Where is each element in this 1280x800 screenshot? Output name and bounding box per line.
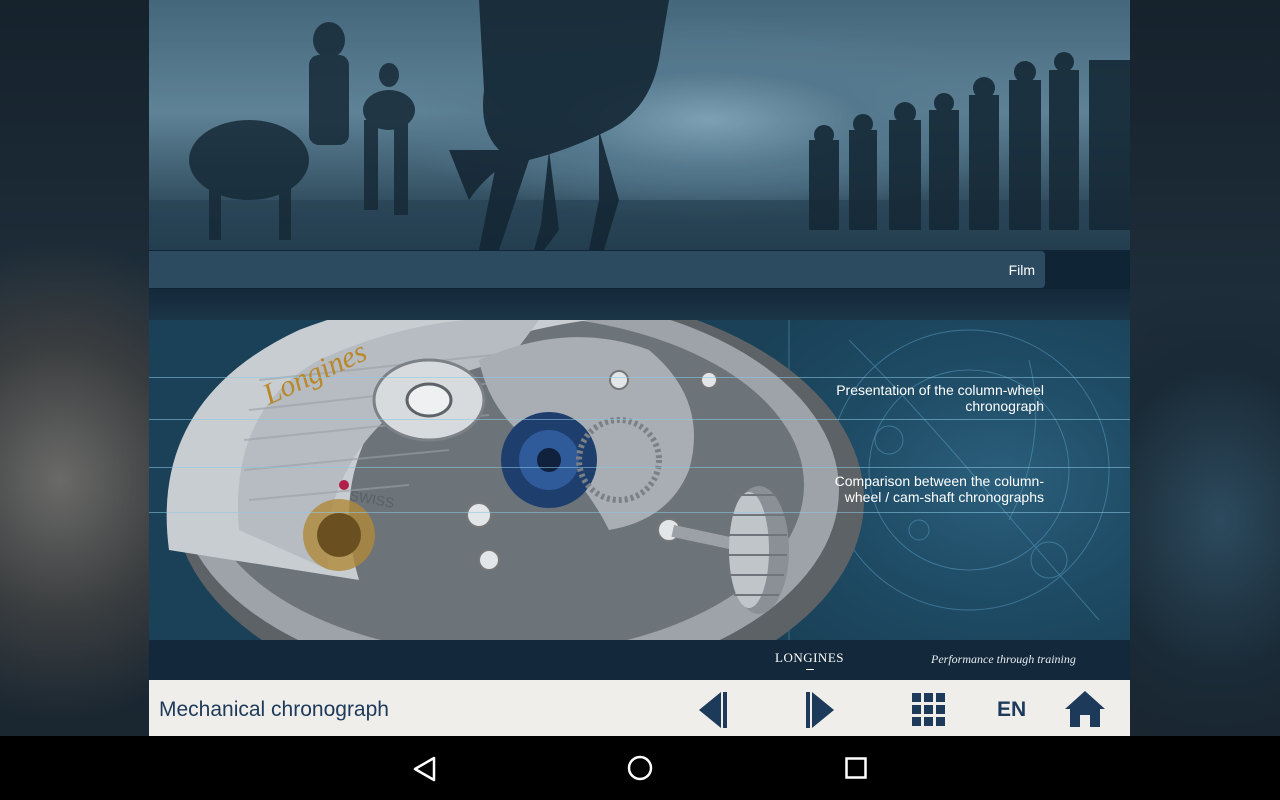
recents-icon [845, 757, 867, 779]
brand-tagline: Performance through training [931, 652, 1076, 666]
app-content: Film Longines SWISS Presentation of the … [149, 0, 1130, 736]
home-circle-icon [627, 755, 653, 781]
blueprint-line [149, 419, 1130, 420]
brand-strip: LONGINES Performance through training [149, 640, 1130, 680]
divider-band [149, 289, 1130, 321]
blueprint-line [149, 377, 1130, 378]
system-recents-button[interactable] [845, 757, 867, 784]
previous-button[interactable] [697, 690, 729, 735]
system-navigation-bar [0, 736, 1280, 800]
language-button[interactable]: EN [997, 698, 1026, 722]
back-icon [413, 756, 436, 782]
system-home-button[interactable] [627, 755, 653, 786]
menu-item-label: Comparison between the column- [834, 473, 1044, 489]
bottom-toolbar: Mechanical chronograph EN [149, 680, 1130, 736]
menu-item-column-wheel-presentation[interactable]: Presentation of the column-wheel chronog… [836, 382, 1044, 414]
system-back-button[interactable] [412, 756, 438, 787]
grid-button[interactable] [911, 692, 947, 733]
blueprint-line [149, 467, 1130, 468]
next-button[interactable] [804, 690, 836, 735]
next-icon [806, 692, 834, 728]
longines-logo: LONGINES [775, 650, 844, 670]
page-title: Mechanical chronograph [159, 698, 389, 721]
blueprint-line [149, 512, 1130, 513]
menu-item-label: chronograph [965, 398, 1044, 414]
menu-item-label: Presentation of the column-wheel [836, 382, 1044, 398]
home-icon [1065, 691, 1105, 727]
film-button[interactable]: Film [149, 251, 1045, 288]
film-hero-image[interactable] [149, 0, 1130, 250]
menu-item-label: wheel / cam-shaft chronographs [844, 489, 1044, 505]
home-button[interactable] [1064, 690, 1106, 733]
grid-icon [912, 693, 945, 726]
menu-item-comparison[interactable]: Comparison between the column- wheel / c… [835, 473, 1044, 505]
previous-icon [699, 692, 727, 728]
film-label: Film [1008, 261, 1035, 278]
